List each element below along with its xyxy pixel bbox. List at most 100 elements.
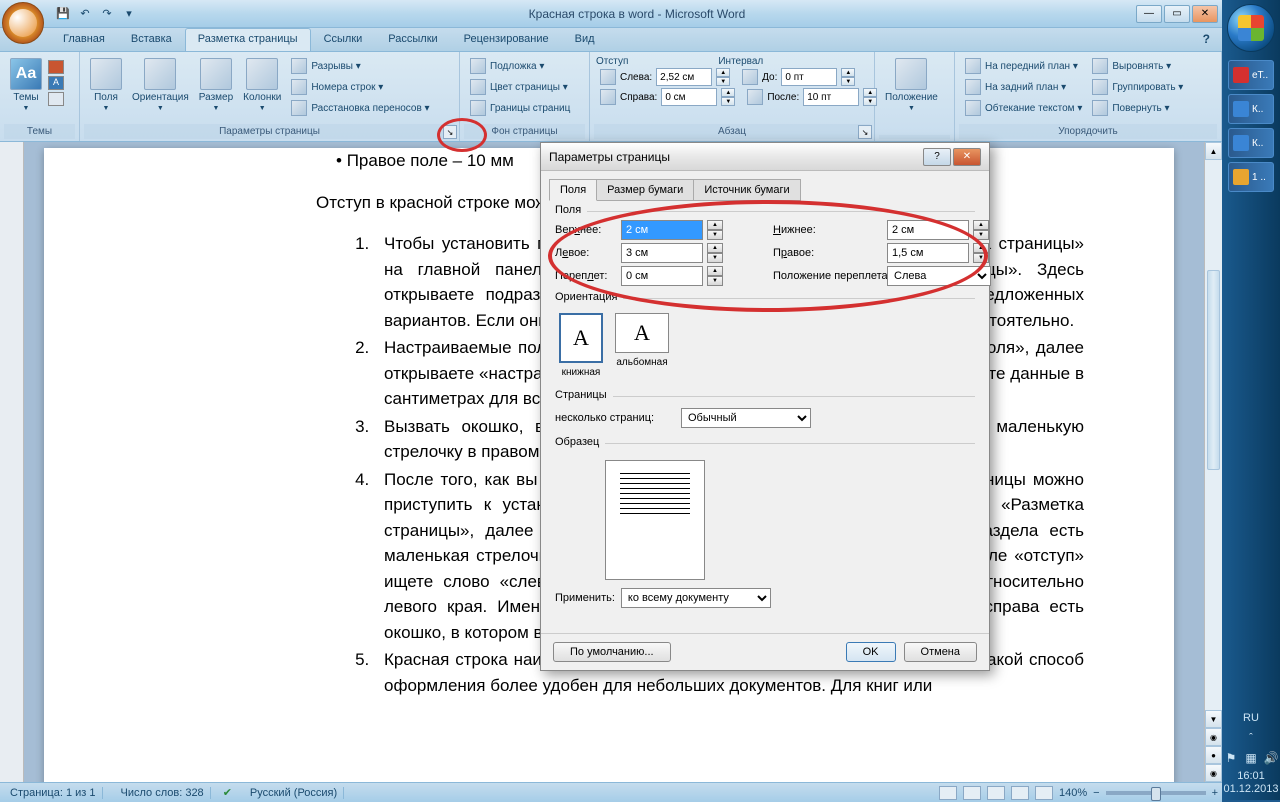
taskbar-item[interactable]: 1 .. [1228, 162, 1274, 192]
spinner-up[interactable]: ▲ [973, 243, 989, 253]
view-outline[interactable] [1011, 786, 1029, 800]
tab-view[interactable]: Вид [562, 28, 608, 51]
proofing-icon[interactable]: ✔ [223, 786, 232, 799]
dialog-tab-layout[interactable]: Источник бумаги [693, 179, 800, 201]
scroll-track[interactable] [1205, 160, 1222, 710]
watermark-button[interactable]: Подложка ▾ [466, 56, 574, 76]
page-setup-launcher[interactable]: ↘ [443, 125, 457, 139]
status-words[interactable]: Число слов: 328 [115, 787, 211, 799]
breaks-button[interactable]: Разрывы ▾ [287, 56, 433, 76]
office-button[interactable] [2, 2, 44, 44]
multipages-select[interactable]: Обычный [681, 408, 811, 428]
zoom-percent[interactable]: 140% [1059, 787, 1087, 799]
tray-volume-icon[interactable]: 🔊 [1263, 750, 1279, 766]
tab-home[interactable]: Главная [50, 28, 118, 51]
size-button[interactable]: Размер▼ [195, 56, 237, 114]
ok-button[interactable]: OK [846, 642, 896, 662]
landscape-option[interactable]: A альбомная [615, 313, 669, 378]
spinner-up[interactable]: ▲ [707, 266, 723, 276]
tray-flag-icon[interactable]: ⚑ [1223, 750, 1239, 766]
send-back-button[interactable]: На задний план ▾ [961, 77, 1086, 97]
undo-icon[interactable]: ↶ [76, 5, 94, 23]
spacing-before-input[interactable] [781, 68, 837, 86]
paragraph-launcher[interactable]: ↘ [858, 125, 872, 139]
indent-right-input[interactable] [661, 88, 717, 106]
right-input[interactable] [887, 243, 969, 263]
theme-effects-icon[interactable] [48, 92, 64, 106]
themes-button[interactable]: Aa Темы ▼ [6, 56, 46, 114]
spinner-down[interactable]: ▼ [721, 97, 735, 106]
minimize-button[interactable]: — [1136, 5, 1162, 23]
help-icon[interactable]: ? [1199, 28, 1214, 51]
scroll-down[interactable]: ▼ [1205, 710, 1222, 728]
hyphenation-button[interactable]: Расстановка переносов ▾ [287, 98, 433, 118]
spinner-down[interactable]: ▼ [973, 230, 989, 240]
browse-select[interactable]: ● [1205, 746, 1222, 764]
spinner-up[interactable]: ▲ [721, 88, 735, 97]
spinner-up[interactable]: ▲ [841, 68, 855, 77]
group-button[interactable]: Группировать ▾ [1088, 77, 1187, 97]
scroll-thumb[interactable] [1207, 270, 1220, 470]
tab-references[interactable]: Ссылки [311, 28, 376, 51]
left-input[interactable] [621, 243, 703, 263]
taskbar-item[interactable]: К.. [1228, 94, 1274, 124]
view-draft[interactable] [1035, 786, 1053, 800]
tab-insert[interactable]: Вставка [118, 28, 185, 51]
view-print-layout[interactable] [939, 786, 957, 800]
tab-page-layout[interactable]: Разметка страницы [185, 28, 311, 51]
portrait-option[interactable]: A книжная [559, 313, 603, 378]
position-button[interactable]: Положение▼ [881, 56, 942, 114]
tray-network-icon[interactable]: ▦ [1243, 750, 1259, 766]
status-language[interactable]: Русский (Россия) [244, 787, 344, 799]
spacing-after-input[interactable] [803, 88, 859, 106]
spinner-down[interactable]: ▼ [716, 77, 730, 86]
rotate-button[interactable]: Повернуть ▾ [1088, 98, 1187, 118]
bottom-input[interactable] [887, 220, 969, 240]
line-numbers-button[interactable]: Номера строк ▾ [287, 77, 433, 97]
orientation-button[interactable]: Ориентация▼ [128, 56, 193, 114]
spinner-down[interactable]: ▼ [707, 253, 723, 263]
language-indicator[interactable]: RU [1239, 710, 1263, 726]
spinner-down[interactable]: ▼ [973, 253, 989, 263]
spinner-up[interactable]: ▲ [707, 220, 723, 230]
spinner-down[interactable]: ▼ [707, 276, 723, 286]
zoom-in[interactable]: + [1212, 787, 1218, 799]
browse-prev[interactable]: ◉ [1205, 728, 1222, 746]
indent-left-input[interactable] [656, 68, 712, 86]
cancel-button[interactable]: Отмена [904, 642, 977, 662]
browse-next[interactable]: ◉ [1205, 764, 1222, 782]
spinner-down[interactable]: ▼ [707, 230, 723, 240]
spinner-up[interactable]: ▲ [707, 243, 723, 253]
view-full-screen[interactable] [963, 786, 981, 800]
vertical-ruler[interactable] [0, 142, 24, 782]
columns-button[interactable]: Колонки▼ [239, 56, 285, 114]
page-color-button[interactable]: Цвет страницы ▾ [466, 77, 574, 97]
dialog-titlebar[interactable]: Параметры страницы ? ✕ [541, 143, 989, 171]
dialog-help-button[interactable]: ? [923, 148, 951, 166]
tray-expand[interactable]: ˆ [1245, 730, 1257, 746]
gutter-pos-select[interactable]: Слева [887, 266, 991, 286]
taskbar-item[interactable]: К.. [1228, 128, 1274, 158]
spinner-down[interactable]: ▼ [841, 77, 855, 86]
redo-icon[interactable]: ↷ [98, 5, 116, 23]
taskbar-item[interactable]: eT.. [1228, 60, 1274, 90]
scroll-up[interactable]: ▲ [1205, 142, 1222, 160]
theme-fonts-icon[interactable]: A [48, 76, 64, 90]
spinner-up[interactable]: ▲ [716, 68, 730, 77]
close-button[interactable]: ✕ [1192, 5, 1218, 23]
zoom-out[interactable]: − [1093, 787, 1099, 799]
text-wrap-button[interactable]: Обтекание текстом ▾ [961, 98, 1086, 118]
theme-colors-icon[interactable] [48, 60, 64, 74]
margins-button[interactable]: Поля▼ [86, 56, 126, 114]
dialog-close-button[interactable]: ✕ [953, 148, 981, 166]
dialog-tab-paper[interactable]: Размер бумаги [596, 179, 694, 201]
align-button[interactable]: Выровнять ▾ [1088, 56, 1187, 76]
tab-mailings[interactable]: Рассылки [375, 28, 450, 51]
tab-review[interactable]: Рецензирование [451, 28, 562, 51]
top-input[interactable] [621, 220, 703, 240]
maximize-button[interactable]: ▭ [1164, 5, 1190, 23]
status-page[interactable]: Страница: 1 из 1 [4, 787, 103, 799]
zoom-slider[interactable] [1106, 791, 1206, 795]
start-button[interactable] [1227, 4, 1275, 52]
spinner-up[interactable]: ▲ [973, 220, 989, 230]
